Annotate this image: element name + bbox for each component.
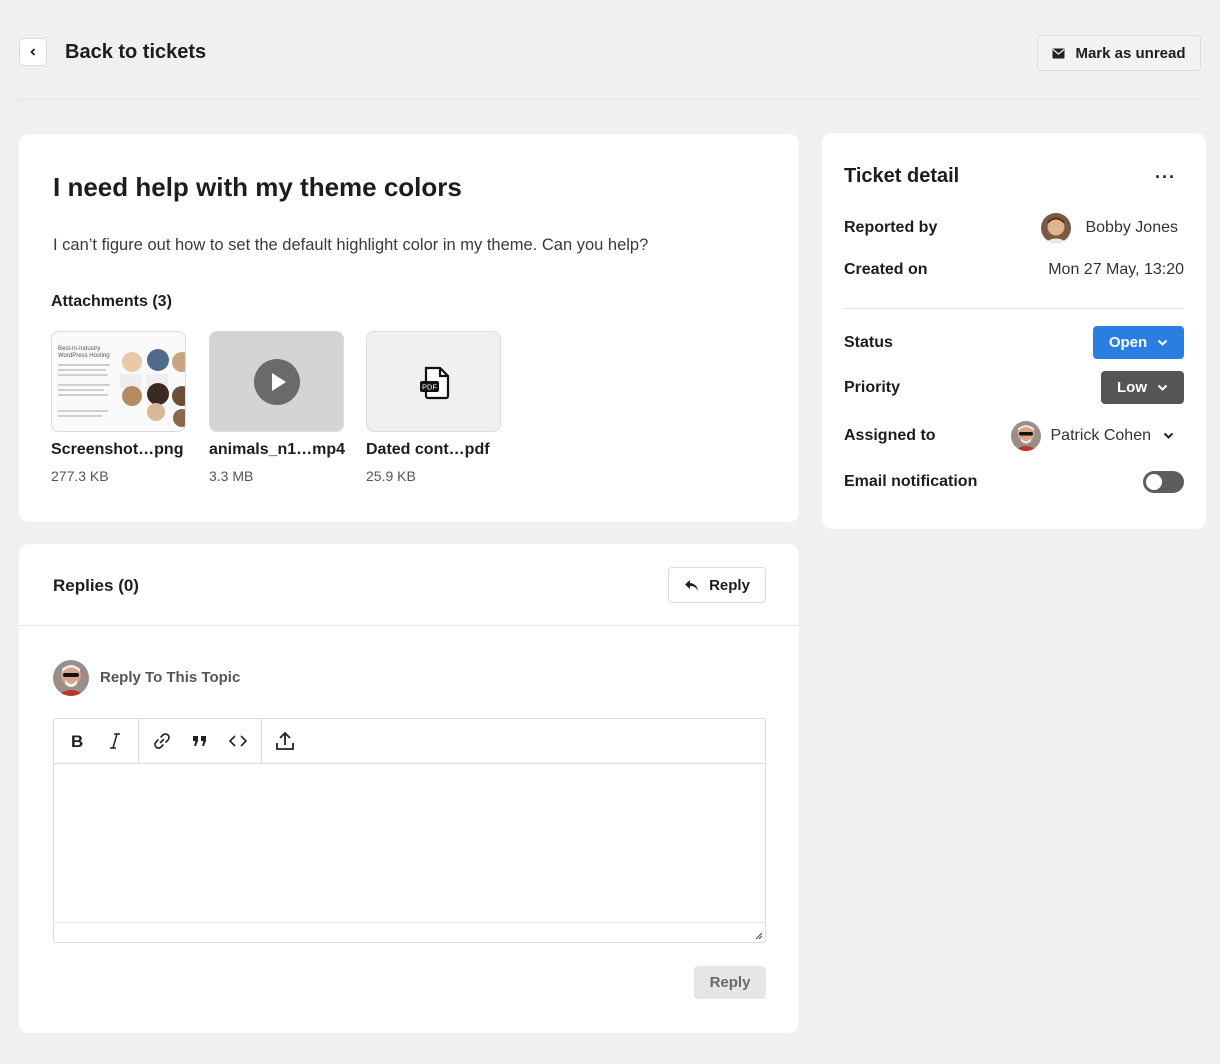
priority-row: Priority Low [844, 371, 1184, 404]
editor-footer [54, 922, 765, 942]
video-thumbnail[interactable] [209, 331, 344, 432]
quote-icon[interactable] [181, 719, 219, 763]
priority-dropdown[interactable]: Low [1101, 371, 1184, 404]
status-label: Status [844, 333, 893, 351]
attachment-size: 3.3 MB [209, 468, 254, 484]
user-avatar-image [53, 660, 89, 696]
top-bar: Back to tickets Mark as unread [19, 0, 1201, 100]
play-icon [254, 359, 300, 405]
mark-as-unread-button[interactable]: Mark as unread [1037, 35, 1201, 71]
attachment-name: animals_n1…mp4 [209, 441, 346, 458]
reported-by-value: Bobby Jones [1041, 213, 1184, 243]
mark-as-unread-label: Mark as unread [1075, 44, 1186, 62]
replies-card: Replies (0) Reply Reply To This Topic B [19, 544, 799, 1033]
svg-text:B: B [71, 733, 83, 749]
reporter-name: Bobby Jones [1085, 219, 1178, 236]
reported-by-label: Reported by [844, 219, 938, 236]
more-options-icon[interactable]: ··· [1155, 167, 1176, 188]
submit-reply-button[interactable]: Reply [694, 966, 766, 999]
bold-icon[interactable]: B [58, 719, 96, 763]
status-value: Open [1108, 334, 1148, 351]
italic-icon[interactable] [96, 719, 134, 763]
insert-group [139, 719, 262, 763]
pdf-thumbnail[interactable]: PDF [366, 331, 501, 432]
envelope-icon [1052, 48, 1065, 58]
attachments-heading: Attachments (3) [51, 293, 172, 310]
attachment-video[interactable]: animals_n1…mp4 3.3 MB [209, 331, 346, 484]
link-icon[interactable] [143, 719, 181, 763]
attachment-name: Dated cont…pdf [366, 441, 490, 458]
back-to-tickets-link[interactable]: Back to tickets [65, 41, 206, 64]
ticket-detail-card: Ticket detail ··· Reported by Bobby Jone… [822, 133, 1206, 529]
divider [844, 308, 1184, 309]
attachment-screenshot[interactable]: Best-In-Industry WordPress Hosting Scree… [51, 331, 186, 484]
ticket-body: I can’t figure out how to set the defaul… [53, 236, 649, 254]
chevron-down-icon [1163, 432, 1174, 439]
reply-button-label: Reply [709, 576, 750, 594]
assignee-name: Patrick Cohen [1050, 427, 1152, 444]
reported-by-row: Reported by Bobby Jones [844, 213, 1184, 243]
pdf-file-icon: PDF [420, 366, 450, 400]
ticket-title: I need help with my theme colors [53, 172, 462, 202]
created-on-label: Created on [844, 261, 928, 278]
upload-group [262, 719, 308, 763]
avatar [1041, 213, 1072, 243]
status-row: Status Open [844, 326, 1184, 359]
chevron-down-icon [1157, 339, 1168, 346]
reply-editor[interactable]: B [53, 718, 766, 943]
email-notification-label: Email notification [844, 473, 978, 490]
attachment-pdf[interactable]: PDF Dated cont…pdf 25.9 KB [366, 331, 501, 484]
assigned-to-row: Assigned to Patrick Cohen [844, 421, 1184, 451]
thumbnail-preview-image [58, 349, 185, 427]
toggle-knob [1146, 474, 1162, 490]
reply-arrow-icon [685, 579, 699, 591]
ticket-card: I need help with my theme colors I can’t… [19, 134, 799, 522]
replies-header: Replies (0) Reply [19, 544, 799, 626]
created-on-row: Created on Mon 27 May, 13:20 [844, 261, 1184, 279]
code-icon[interactable] [219, 719, 257, 763]
editor-toolbar: B [54, 719, 765, 764]
svg-text:PDF: PDF [422, 383, 437, 392]
attachment-size: 25.9 KB [366, 468, 416, 484]
upload-icon[interactable] [266, 719, 304, 763]
assignee-avatar-image [1010, 421, 1041, 451]
reply-button[interactable]: Reply [668, 567, 766, 603]
email-notification-row: Email notification [844, 471, 1184, 493]
assignee-dropdown[interactable]: Patrick Cohen [1010, 421, 1185, 451]
reply-to-topic-label: Reply To This Topic [100, 669, 241, 686]
ticket-detail-title: Ticket detail [844, 165, 960, 187]
back-button[interactable] [19, 38, 47, 66]
assigned-to-label: Assigned to [844, 427, 936, 444]
attachment-size: 277.3 KB [51, 468, 109, 484]
email-notification-toggle[interactable] [1143, 471, 1184, 493]
chevron-down-icon [1157, 384, 1168, 391]
format-group: B [54, 719, 139, 763]
replies-title: Replies (0) [53, 576, 139, 595]
status-dropdown[interactable]: Open [1093, 326, 1184, 359]
screenshot-thumbnail[interactable]: Best-In-Industry WordPress Hosting [51, 331, 186, 432]
created-on-value: Mon 27 May, 13:20 [1048, 261, 1184, 278]
avatar [53, 660, 89, 696]
attachment-name: Screenshot…png [51, 441, 184, 458]
reporter-avatar-image [1041, 213, 1072, 243]
chevron-left-icon [30, 48, 36, 56]
priority-label: Priority [844, 378, 901, 396]
priority-value: Low [1117, 379, 1147, 396]
avatar [1010, 421, 1041, 451]
resize-grip-icon[interactable] [753, 930, 763, 940]
